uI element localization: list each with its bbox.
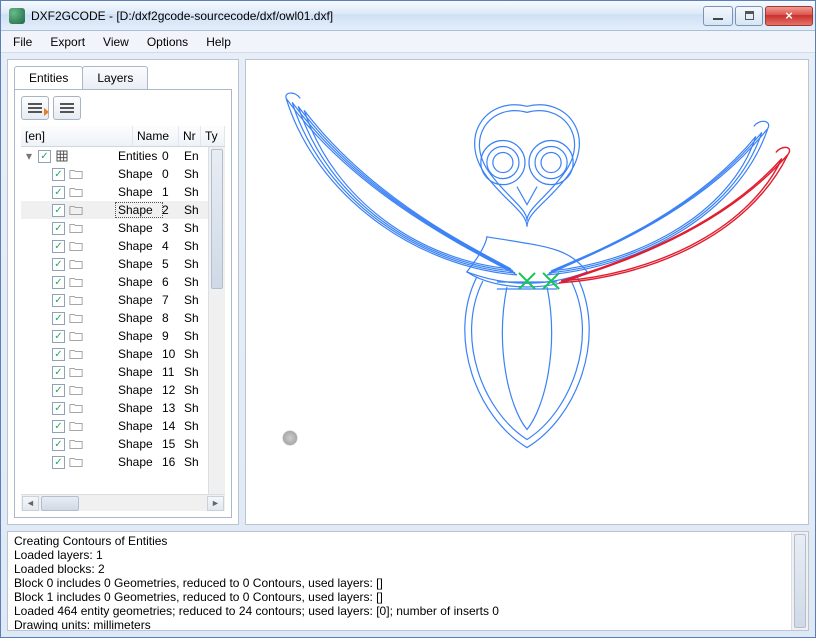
window-buttons: × (701, 6, 813, 26)
side-tabs: Entities Layers (14, 66, 232, 89)
console-line: Loaded layers: 1 (14, 548, 802, 562)
console-line: Loaded blocks: 2 (14, 562, 802, 576)
drawing-canvas[interactable] (245, 59, 809, 525)
upper-pane: Entities Layers [en] Name Nr Ty (7, 59, 809, 525)
expand-all-button[interactable] (53, 96, 81, 120)
tree-horizontal-scrollbar[interactable]: ◄ ► (21, 494, 225, 511)
tree-header: [en] Name Nr Ty (21, 126, 225, 147)
tree-row[interactable]: Shape13Sh (21, 399, 208, 417)
tree-row[interactable]: Shape15Sh (21, 435, 208, 453)
menu-export[interactable]: Export (42, 33, 93, 51)
tree-root-row[interactable]: ▾Entities0En (21, 147, 208, 165)
tree-vertical-scrollbar[interactable] (208, 147, 225, 494)
hscroll-left-button[interactable]: ◄ (22, 496, 39, 511)
dxf-preview-svg (246, 60, 808, 524)
tree-header-nr[interactable]: Nr (179, 126, 201, 146)
console-line: Block 0 includes 0 Geometries, reduced t… (14, 576, 802, 590)
tree-row[interactable]: Shape12Sh (21, 381, 208, 399)
tree-row[interactable]: Shape14Sh (21, 417, 208, 435)
tree-row[interactable]: Shape8Sh (21, 309, 208, 327)
console-scrollbar[interactable] (791, 532, 808, 630)
menu-help[interactable]: Help (198, 33, 239, 51)
maximize-button[interactable] (735, 6, 763, 26)
tree-row[interactable]: Shape3Sh (21, 219, 208, 237)
tree-header-ty[interactable]: Ty (201, 126, 225, 146)
tree-wrap: ▾Entities0EnShape0ShShape1ShShape2ShShap… (21, 147, 225, 494)
tree-row[interactable]: Shape1Sh (21, 183, 208, 201)
tree-row[interactable]: Shape4Sh (21, 237, 208, 255)
hscroll-thumb[interactable] (41, 496, 79, 511)
side-panel: Entities Layers [en] Name Nr Ty (7, 59, 239, 525)
tree-toolbar (21, 96, 225, 120)
minimize-button[interactable] (703, 6, 733, 26)
tree-row[interactable]: Shape11Sh (21, 363, 208, 381)
app-icon (9, 8, 25, 24)
app-window: DXF2GCODE - [D:/dxf2gcode-sourcecode/dxf… (0, 0, 816, 638)
tab-page-entities: [en] Name Nr Ty ▾Entities0EnShape0ShShap… (14, 89, 232, 518)
log-console[interactable]: Creating Contours of EntitiesLoaded laye… (7, 531, 809, 631)
tree-row[interactable]: Shape9Sh (21, 327, 208, 345)
console-line: Block 1 includes 0 Geometries, reduced t… (14, 590, 802, 604)
client-area: Entities Layers [en] Name Nr Ty (7, 59, 809, 631)
tree-header-name[interactable]: Name (133, 126, 179, 146)
tree-row[interactable]: Shape16Sh (21, 453, 208, 471)
menu-view[interactable]: View (95, 33, 137, 51)
tree-row[interactable]: Shape6Sh (21, 273, 208, 291)
tree-header-en[interactable]: [en] (21, 126, 133, 146)
menu-bar: File Export View Options Help (1, 31, 815, 53)
tab-layers[interactable]: Layers (82, 66, 148, 89)
tree-row[interactable]: Shape10Sh (21, 345, 208, 363)
window-title: DXF2GCODE - [D:/dxf2gcode-sourcecode/dxf… (31, 9, 701, 23)
close-button[interactable]: × (765, 6, 813, 26)
tree-row[interactable]: Shape0Sh (21, 165, 208, 183)
tab-entities[interactable]: Entities (14, 66, 83, 89)
tree-body[interactable]: ▾Entities0EnShape0ShShape1ShShape2ShShap… (21, 147, 208, 494)
menu-options[interactable]: Options (139, 33, 196, 51)
origin-marker-icon (282, 430, 298, 446)
console-scrollbar-thumb[interactable] (794, 534, 806, 628)
hscroll-right-button[interactable]: ► (207, 496, 224, 511)
console-line: Drawing units: millimeters (14, 618, 802, 631)
console-line: Creating Contours of Entities (14, 534, 802, 548)
console-lines: Creating Contours of EntitiesLoaded laye… (14, 534, 802, 631)
tree-row[interactable]: Shape2Sh (21, 201, 208, 219)
menu-file[interactable]: File (5, 33, 40, 51)
tree-row[interactable]: Shape7Sh (21, 291, 208, 309)
scrollbar-thumb[interactable] (211, 149, 223, 289)
console-line: Loaded 464 entity geometries; reduced to… (14, 604, 802, 618)
title-bar[interactable]: DXF2GCODE - [D:/dxf2gcode-sourcecode/dxf… (1, 1, 815, 31)
tree-row[interactable]: Shape5Sh (21, 255, 208, 273)
